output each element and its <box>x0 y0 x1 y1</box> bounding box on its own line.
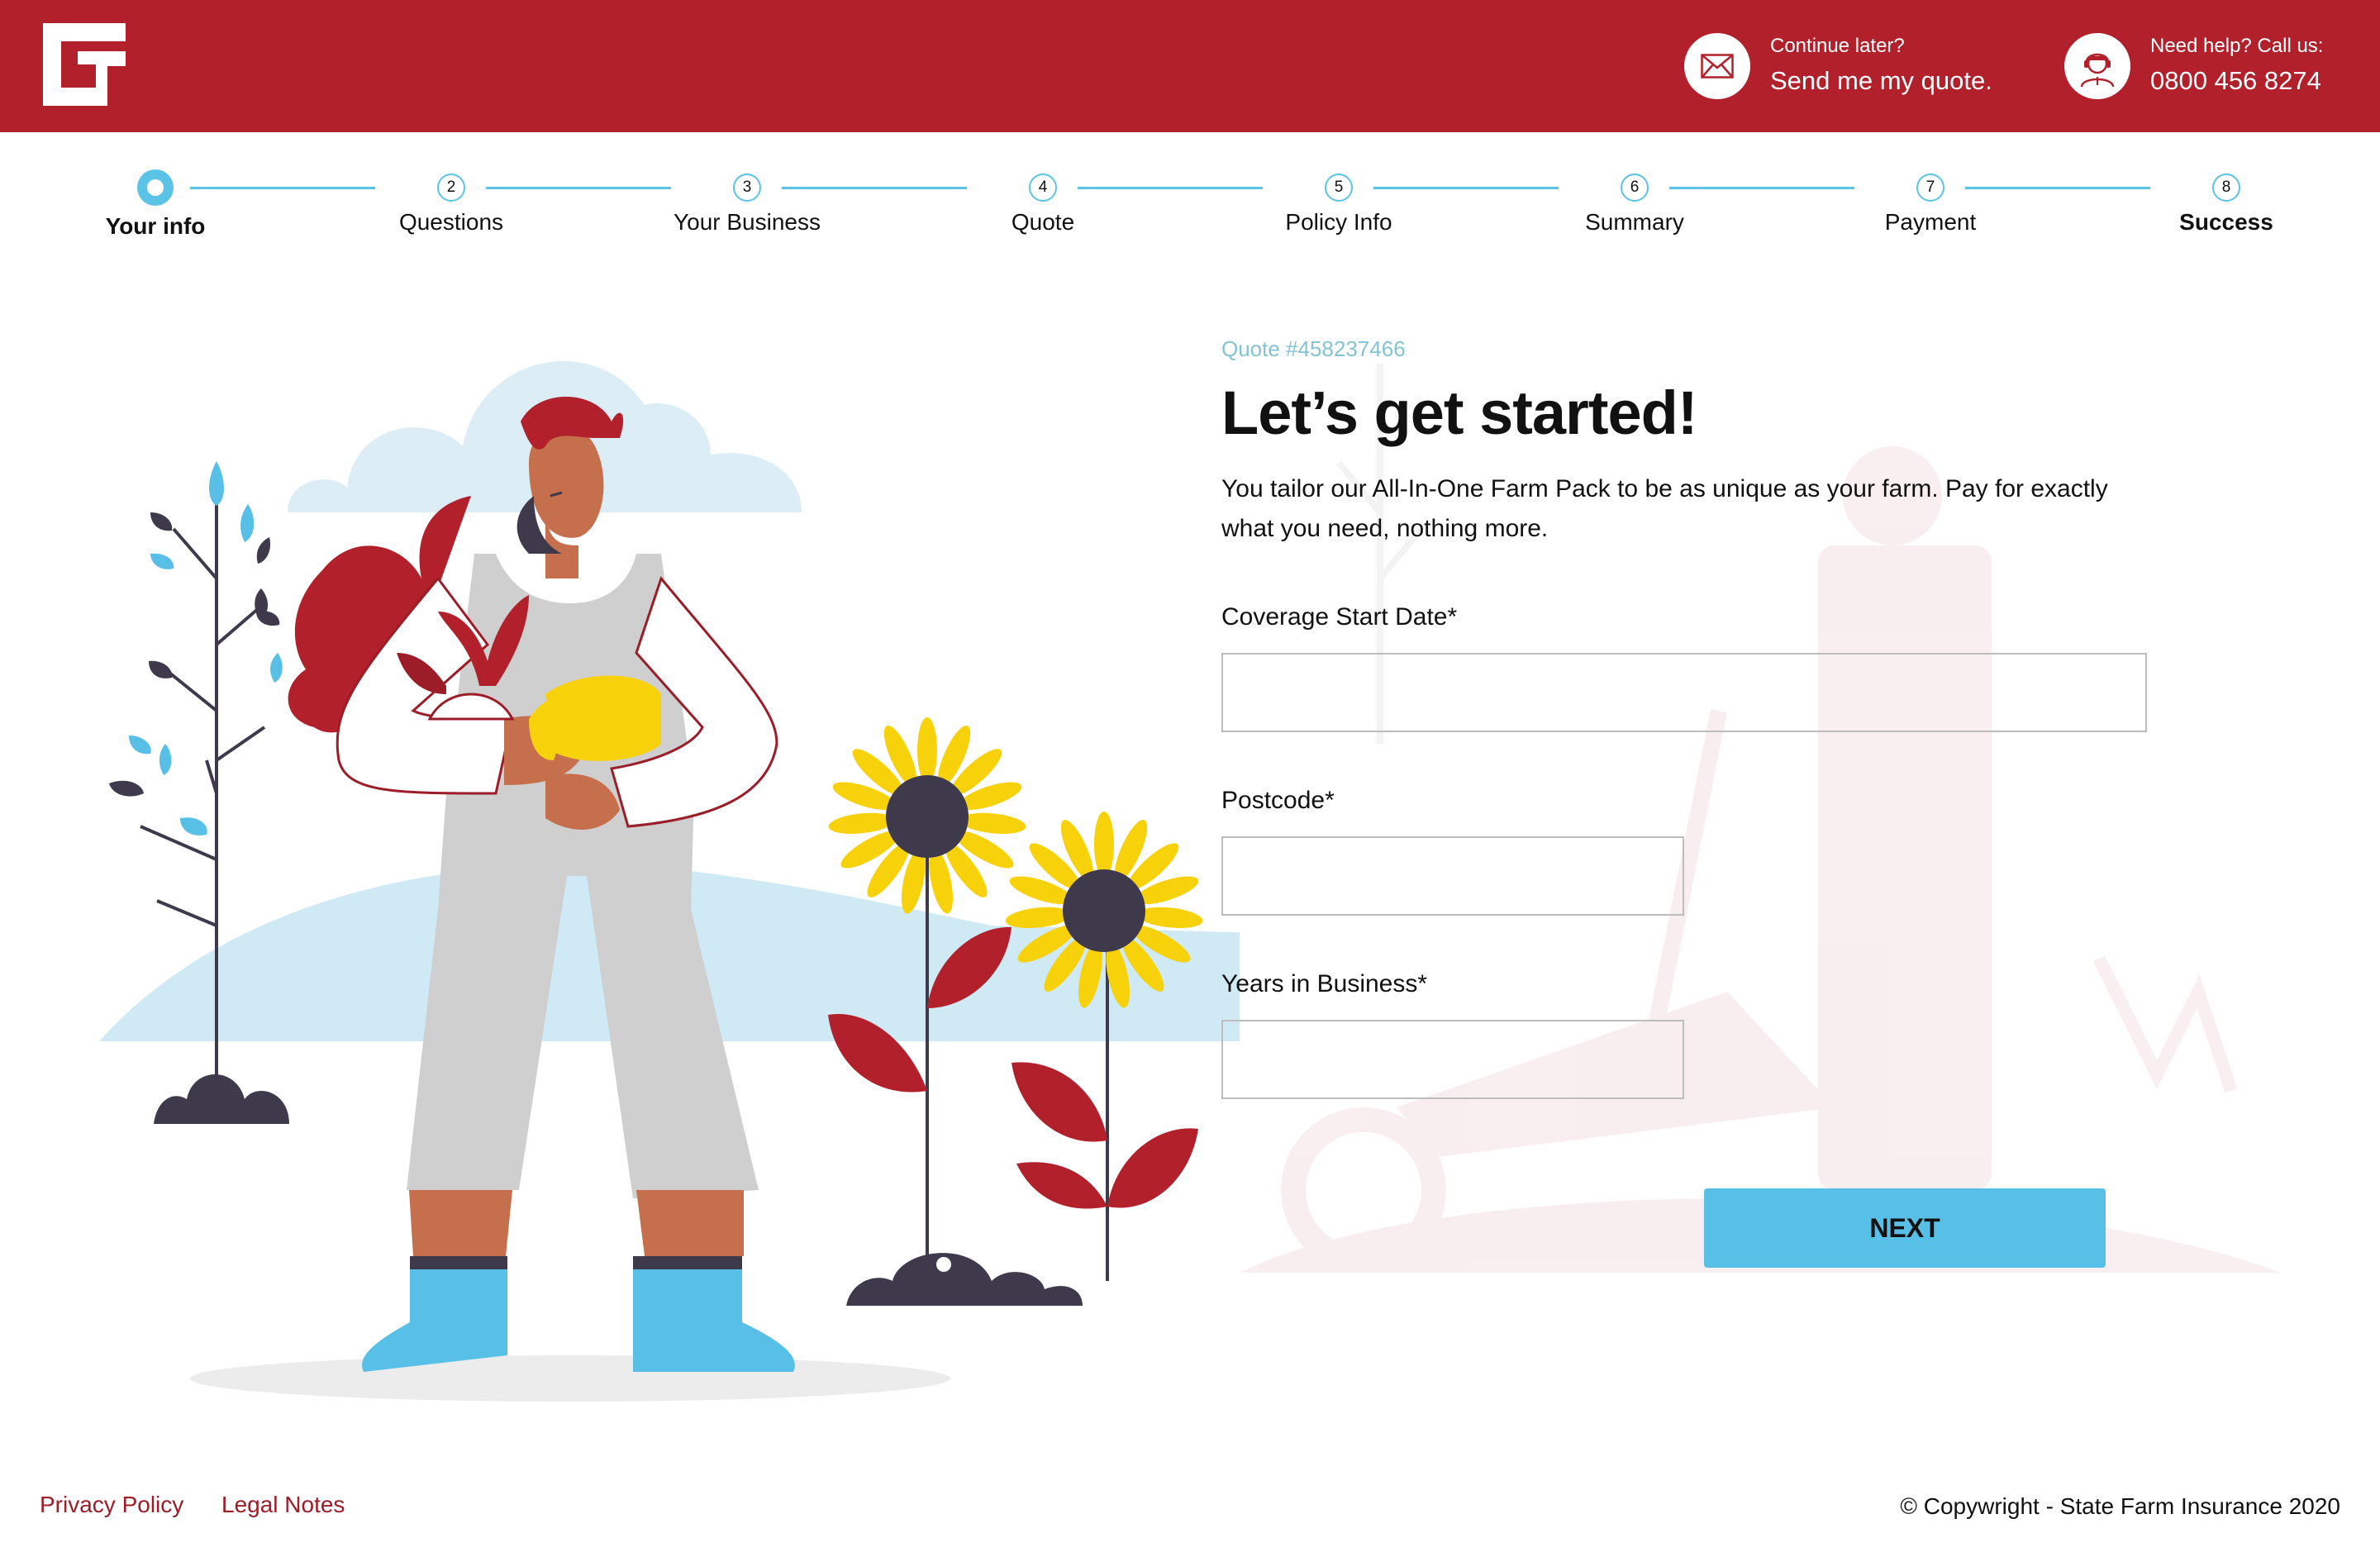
step-label: Quote <box>1011 209 1075 235</box>
step-active-indicator <box>137 169 174 206</box>
page-title: Let’s get started! <box>1221 378 1697 447</box>
need-help-text: Need help? Call us: <box>2150 35 2324 57</box>
brand-logo[interactable] <box>43 23 126 106</box>
legal-notes-link[interactable]: Legal Notes <box>221 1490 345 1520</box>
copyright-text: © Copywright - State Farm Insurance 2020 <box>1900 1493 2340 1519</box>
step-label: Summary <box>1585 209 1684 235</box>
step-policy-info[interactable]: 5 Policy Info <box>1248 169 1430 236</box>
step-questions[interactable]: 2 Questions <box>360 169 542 236</box>
years-in-business-label: Years in Business* <box>1221 970 1428 997</box>
step-number: 3 <box>733 174 761 202</box>
postcode-input[interactable] <box>1221 836 1684 916</box>
continue-later-text: Continue later? <box>1770 35 1905 57</box>
step-success[interactable]: 8 Success <box>2135 169 2317 236</box>
progress-stepper: Your info 2 Questions 3 Your Business 4 … <box>0 169 2380 244</box>
send-quote-text[interactable]: Send me my quote. <box>1770 64 1992 98</box>
step-number: 5 <box>1325 174 1353 202</box>
coverage-start-date-label: Coverage Start Date* <box>1221 603 1458 631</box>
step-number: 8 <box>2212 174 2240 202</box>
quote-form: Quote #458237466 Let’s get started! You … <box>1221 331 2163 1289</box>
step-number: 2 <box>437 174 465 202</box>
step-label: Your Business <box>674 209 821 235</box>
step-your-business[interactable]: 3 Your Business <box>656 169 838 236</box>
coverage-start-date-input[interactable] <box>1221 653 2147 732</box>
support-agent-icon <box>2064 33 2130 99</box>
quote-number: Quote #458237466 <box>1221 336 1406 361</box>
step-summary[interactable]: 6 Summary <box>1544 169 1726 236</box>
step-label: Your info <box>105 213 206 239</box>
privacy-policy-link[interactable]: Privacy Policy <box>40 1490 183 1520</box>
intro-text: You tailor our All-In-One Farm Pack to b… <box>1221 475 2108 542</box>
step-number: 6 <box>1621 174 1649 202</box>
step-label: Payment <box>1884 209 1977 235</box>
envelope-icon <box>1684 33 1750 99</box>
help-phone-link[interactable]: Need help? Call us: 0800 456 8274 <box>2064 31 2323 101</box>
step-label: Policy Info <box>1285 209 1392 235</box>
step-number: 4 <box>1029 174 1057 202</box>
step-payment[interactable]: 7 Payment <box>1840 169 2021 236</box>
farmer-illustration <box>99 361 1240 1402</box>
site-header: Continue later? Send me my quote. Need h… <box>0 0 2380 132</box>
step-your-info[interactable]: Your info <box>64 169 246 240</box>
years-in-business-input[interactable] <box>1221 1020 1684 1099</box>
step-label: Questions <box>398 209 504 235</box>
step-label: Success <box>2179 209 2273 235</box>
next-button[interactable]: NEXT <box>1704 1188 2106 1268</box>
help-phone-number[interactable]: 0800 456 8274 <box>2150 64 2323 98</box>
step-number: 7 <box>1916 174 1944 202</box>
step-quote[interactable]: 4 Quote <box>952 169 1134 236</box>
send-quote-link[interactable]: Continue later? Send me my quote. <box>1684 31 1992 101</box>
postcode-label: Postcode* <box>1221 787 1335 814</box>
